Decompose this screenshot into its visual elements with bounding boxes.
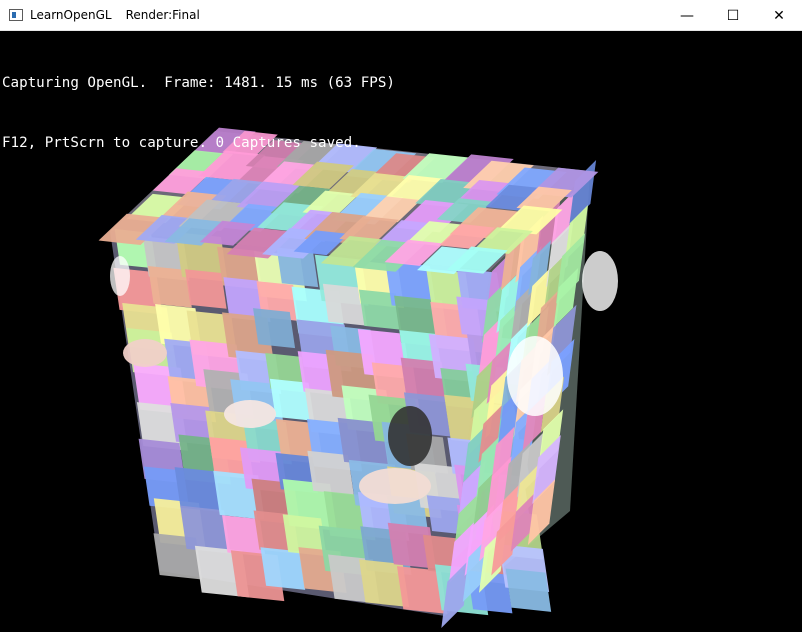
window-title: LearnOpenGL bbox=[30, 8, 112, 22]
window-subtitle: Render:Final bbox=[125, 8, 200, 22]
window-controls: — ☐ ✕ bbox=[664, 0, 802, 31]
model-highlight bbox=[110, 256, 130, 296]
model-highlight bbox=[224, 400, 276, 428]
title-bar[interactable]: LearnOpenGL Render:Final — ☐ ✕ bbox=[0, 0, 802, 31]
close-button[interactable]: ✕ bbox=[756, 0, 802, 31]
overlay-line-1: Capturing OpenGL. Frame: 1481. 15 ms (63… bbox=[2, 75, 395, 91]
capture-overlay: Capturing OpenGL. Frame: 1481. 15 ms (63… bbox=[2, 33, 395, 193]
model-highlight bbox=[359, 468, 431, 504]
opengl-window: LearnOpenGL Render:Final — ☐ ✕ Capturing… bbox=[0, 0, 802, 632]
minimize-button[interactable]: — bbox=[664, 0, 710, 31]
app-icon bbox=[9, 9, 23, 21]
small-cube bbox=[185, 269, 227, 309]
small-cube bbox=[505, 568, 552, 612]
small-cube bbox=[253, 308, 296, 349]
model-highlight bbox=[123, 339, 167, 367]
model-highlight bbox=[507, 336, 563, 416]
model-highlight bbox=[388, 406, 432, 466]
small-cube bbox=[260, 547, 306, 590]
maximize-button[interactable]: ☐ bbox=[710, 0, 756, 31]
model-highlight bbox=[582, 251, 618, 311]
overlay-line-2: F12, PrtScrn to capture. 0 Captures save… bbox=[2, 135, 361, 151]
render-viewport[interactable]: Capturing OpenGL. Frame: 1481. 15 ms (63… bbox=[0, 31, 802, 632]
